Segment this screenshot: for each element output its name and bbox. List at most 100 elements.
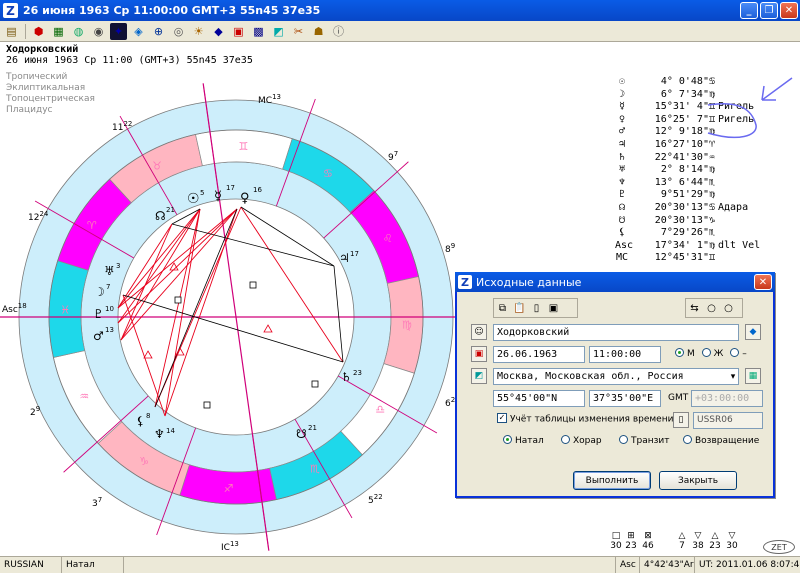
toolbar: ▤ ⬢ ▦ ◍ ◉ ✦ ◈ ⊕ ◎ ☀ ◆ ▣ ▩ ◩ ✂ ☗ ⓘ	[0, 21, 800, 42]
save-icon[interactable]: ▣	[545, 300, 562, 317]
minimize-button[interactable]: _	[740, 2, 758, 19]
aspect-total-value: 30	[610, 541, 622, 551]
night-sky-icon[interactable]: ✦	[110, 22, 127, 40]
person-card-icon[interactable]: ☺	[471, 324, 487, 340]
option-circle-1-icon[interactable]: ○	[703, 300, 720, 317]
planet-note	[715, 189, 718, 202]
house-label-3: 37	[92, 496, 102, 509]
info-icon[interactable]: ⓘ	[330, 23, 347, 40]
calendar-icon[interactable]: ▣	[471, 346, 487, 362]
ring-icon[interactable]: ◎	[170, 23, 187, 40]
sign-glyph: ♋	[323, 167, 333, 180]
house-label-ic: IC13	[221, 540, 239, 553]
sex-radio-none[interactable]	[730, 348, 740, 357]
chart-type-transit[interactable]: Транзит	[619, 435, 670, 446]
time-field[interactable]: 11:00:00	[589, 346, 661, 363]
dst-checkbox[interactable]: ✓	[497, 413, 507, 423]
status-mode: Натал	[62, 557, 124, 573]
sex-options: М Ж –	[675, 348, 747, 359]
south-node-degree: 21	[308, 424, 317, 432]
dst-table-icon[interactable]: ▯	[673, 412, 689, 428]
place-field[interactable]: Москва, Московская обл., Россия	[493, 368, 739, 385]
people-icon[interactable]: ☗	[310, 23, 327, 40]
planet-position: 20°30'13"♑	[654, 214, 715, 226]
aspect-total-value: 23	[709, 541, 721, 551]
globe-icon[interactable]: ◍	[70, 23, 87, 40]
planet-glyph: ♆	[618, 176, 626, 188]
dst-table-field[interactable]: USSR06	[693, 412, 763, 429]
execute-button[interactable]: Выполнить	[573, 471, 651, 490]
date-field[interactable]: 26.06.1963	[493, 346, 585, 363]
mode-toolbar: ⇆ ○ ○	[685, 298, 743, 318]
grid-icon[interactable]: ▩	[250, 23, 267, 40]
longitude-field[interactable]: 37°35'00"E	[589, 390, 661, 407]
atlas-icon[interactable]: ▦	[745, 368, 761, 384]
venus-degree: 16	[253, 186, 262, 194]
open-icon[interactable]: ▤	[3, 23, 20, 40]
planet-glyph: MC	[615, 252, 629, 264]
status-ut: UT: 2011.01.06 8:07:47	[699, 560, 800, 570]
sex-label-f: Ж	[713, 349, 724, 359]
latitude-field[interactable]: 55°45'00"N	[493, 390, 585, 407]
print-icon[interactable]: ⬢	[30, 23, 47, 40]
neptune-glyph: ♆	[154, 427, 165, 441]
wheel-icon[interactable]: ◉	[90, 23, 107, 40]
zet-logo: ZET	[763, 540, 795, 554]
sun-icon[interactable]: ☀	[190, 23, 207, 40]
aspect-total-icon: △	[678, 531, 686, 541]
planets-icon[interactable]: ⊕	[150, 23, 167, 40]
copy-icon[interactable]: ⧉	[494, 300, 511, 317]
app-icon: Z	[3, 3, 18, 18]
jupiter-degree: 17	[350, 250, 359, 258]
chart-type-natal[interactable]: Натал	[503, 435, 544, 446]
planet-glyph: Asc	[615, 239, 634, 251]
calendar-icon[interactable]: ▣	[230, 23, 247, 40]
aspect-total: ▽ 38	[690, 531, 706, 551]
aspect-total-icon: △	[711, 531, 719, 541]
sex-radio-m[interactable]	[675, 348, 684, 357]
chart-type-horar[interactable]: Хорар	[561, 435, 602, 446]
paste-icon[interactable]: 📋	[511, 300, 528, 317]
book-icon[interactable]: ◆	[210, 23, 227, 40]
moon-degree: 7	[106, 283, 110, 291]
gmt-field[interactable]: +03:00:00	[691, 390, 763, 407]
south-node-glyph: ☋	[296, 427, 307, 441]
status-spacer	[124, 557, 616, 573]
dst-option: ✓ Учёт таблицы изменения времени	[497, 413, 673, 425]
aspect-total: □ 30	[608, 531, 624, 551]
maximize-button[interactable]: ❐	[760, 2, 778, 19]
dialog-close-button[interactable]: Закрыть	[659, 471, 737, 490]
name-field[interactable]: Ходорковский	[493, 324, 739, 341]
lilith-degree: 8	[146, 412, 150, 420]
mars-degree: 13	[105, 326, 114, 334]
swap-icon[interactable]: ⇆	[686, 300, 703, 317]
map-icon[interactable]: ◩	[471, 368, 487, 384]
aspect-icon[interactable]: ◩	[270, 23, 287, 40]
chart-icon[interactable]: ▦	[50, 23, 67, 40]
aspect-total-icon: ▽	[728, 531, 736, 541]
status-bar: RUSSIAN Натал Asc 4°42'43"Ari UT: 2011.0…	[0, 556, 800, 573]
aspect-marker	[249, 281, 257, 289]
sign-glyph: ♌	[383, 232, 393, 245]
sign-glyph: ♐	[224, 482, 234, 495]
tools-icon[interactable]: ✂	[290, 23, 307, 40]
planet-glyph: ♄	[618, 151, 626, 163]
aspect-total-value: 38	[692, 541, 704, 551]
file-toolbar: ⧉ 📋 ▯ ▣	[493, 298, 578, 318]
sex-radio-f[interactable]	[701, 348, 711, 357]
aspect-total: △ 23	[707, 531, 723, 551]
dialog-close-icon[interactable]: ✕	[754, 274, 772, 290]
planet-position: 2° 8'14"♍	[660, 164, 715, 176]
chart-type-return[interactable]: Возвращение	[683, 435, 759, 446]
planet-row: ☋ 20°30'13"♑	[615, 215, 760, 228]
close-button[interactable]: ✕	[780, 2, 798, 19]
planet-row: MC 12°45'31"♊	[615, 252, 760, 265]
planet-note	[715, 252, 718, 265]
lilith-glyph: ⚸	[136, 414, 145, 428]
option-circle-2-icon[interactable]: ○	[720, 300, 737, 317]
place-dropdown-icon[interactable]: ▾	[725, 369, 741, 385]
name-lookup-icon[interactable]: ◆	[745, 324, 761, 340]
new-icon[interactable]: ▯	[528, 300, 545, 317]
eye-icon[interactable]: ◈	[130, 23, 147, 40]
input-data-dialog: Z Исходные данные ✕ ⧉ 📋 ▯ ▣ ⇆ ○ ○ ☺ Ходо…	[455, 272, 775, 498]
